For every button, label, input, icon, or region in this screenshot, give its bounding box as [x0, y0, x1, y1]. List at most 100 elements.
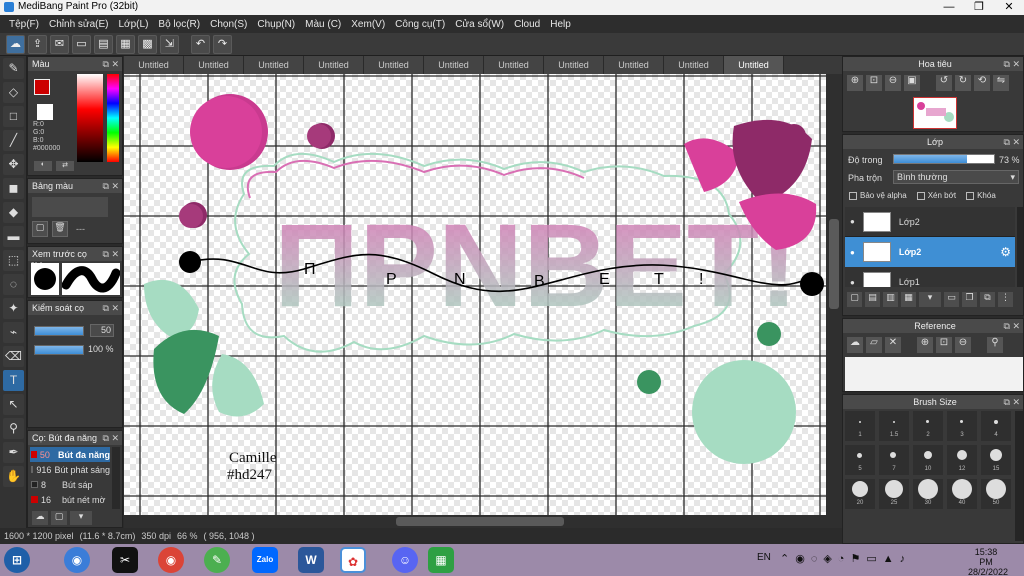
chrome-alt-icon[interactable]: ◉	[158, 547, 184, 573]
merge-layer-icon[interactable]: ⧉	[980, 292, 995, 307]
drawing-canvas[interactable]: Π P N B E T! Π P N B E T ! Camille #hd247	[124, 74, 826, 515]
layer-row[interactable]: ● Lớp2	[845, 207, 1015, 237]
layer-visibility-icon[interactable]: ●	[850, 248, 855, 257]
actual-size-icon[interactable]: ▣	[904, 75, 920, 91]
zoom-out-icon[interactable]: ⊖	[885, 75, 901, 91]
brush-size-cell[interactable]: 3	[947, 411, 977, 441]
menu-snap[interactable]: Chụp(N)	[252, 19, 300, 30]
move-tool-icon[interactable]: ✥	[3, 154, 24, 175]
close-button[interactable]: ✕	[994, 0, 1024, 15]
maximize-button[interactable]: ❐	[964, 0, 994, 15]
brush-size-cell[interactable]: 4	[981, 411, 1011, 441]
calculator-icon[interactable]: ▦	[428, 547, 454, 573]
tab-untitled[interactable]: Untitled	[424, 56, 484, 74]
lasso-tool-icon[interactable]: ◌	[3, 274, 24, 295]
menu-filter[interactable]: Bộ lọc(R)	[153, 19, 205, 30]
tab-untitled[interactable]: Untitled	[124, 56, 184, 74]
menu-tools[interactable]: Công cụ(T)	[390, 19, 450, 30]
blend-mode-select[interactable]: Bình thường ▾	[893, 170, 1019, 184]
protect-alpha-checkbox[interactable]: Bảo vệ alpha	[849, 191, 907, 200]
export-icon[interactable]: ⇲	[160, 34, 179, 54]
zoom-in-icon[interactable]: ⊕	[847, 75, 863, 91]
undo-icon[interactable]: ↶	[191, 34, 210, 54]
layer-row-selected[interactable]: ● Lớp2 ⚙	[845, 237, 1015, 267]
panel-close-icon[interactable]: ⧉ ✕	[1004, 135, 1020, 149]
rotate-left-icon[interactable]: ↺	[936, 75, 952, 91]
magic-wand-tool-icon[interactable]: ✦	[3, 298, 24, 319]
layer-settings-gear-icon[interactable]: ⚙	[1000, 245, 1011, 259]
new-1bit-layer-icon[interactable]: ▦	[901, 292, 916, 307]
fill-tool-icon[interactable]: ◼	[3, 178, 24, 199]
grid-icon[interactable]: ▩	[138, 34, 157, 54]
menu-select[interactable]: Chọn(S)	[205, 19, 252, 30]
redo-icon[interactable]: ↷	[213, 34, 232, 54]
line-tool-icon[interactable]: ╱	[3, 130, 24, 151]
swap-color-icon[interactable]: ⇄	[56, 161, 74, 171]
layer-more-icon[interactable]: ⋮	[998, 292, 1013, 307]
brush-size-cell[interactable]: 30	[913, 479, 943, 509]
brush-size-cell[interactable]: 1.5	[879, 411, 909, 441]
menu-help[interactable]: Help	[545, 19, 576, 30]
brush-size-cell[interactable]: 12	[947, 445, 977, 475]
panel-close-icon[interactable]: ⧉ ✕	[103, 57, 119, 71]
vertical-scroll-thumb[interactable]	[829, 219, 839, 309]
language-indicator[interactable]: EN	[757, 552, 771, 563]
capcut-icon[interactable]: ✂	[112, 547, 138, 573]
text-tool-icon[interactable]: T	[3, 370, 24, 391]
new-file-icon[interactable]: ▭	[72, 34, 91, 54]
add-swatch-icon[interactable]: ▢	[32, 221, 48, 237]
eyedropper-tool-icon[interactable]: ⚲	[3, 418, 24, 439]
new-layer-icon[interactable]: ▢	[847, 292, 862, 307]
color-mode-icon[interactable]: ◐	[34, 161, 52, 171]
tab-untitled[interactable]: Untitled	[184, 56, 244, 74]
layer-opacity-slider[interactable]	[893, 154, 995, 164]
minimize-button[interactable]: —	[934, 0, 964, 15]
brush-menu-icon[interactable]: ▾	[70, 511, 92, 525]
layer-row[interactable]: ● Lớp1	[845, 267, 1015, 287]
select-rect-tool-icon[interactable]: ⬚	[3, 250, 24, 271]
new-halftone-layer-icon[interactable]: ▤	[865, 292, 880, 307]
reference-zoom-in-icon[interactable]: ⊕	[917, 337, 933, 353]
discord-icon[interactable]: ☺	[392, 547, 418, 573]
reference-fit-icon[interactable]: ⊡	[936, 337, 952, 353]
fit-icon[interactable]: ⊡	[866, 75, 882, 91]
foreground-color-swatch[interactable]	[34, 79, 50, 95]
brush-size-cell[interactable]: 15	[981, 445, 1011, 475]
layer-visibility-icon[interactable]: ●	[850, 217, 855, 226]
panel-close-icon[interactable]: ⧉ ✕	[1004, 319, 1020, 333]
cloud-brush-icon[interactable]: ☁	[32, 511, 48, 525]
menu-window[interactable]: Cửa sổ(W)	[450, 19, 509, 30]
gradient-tool-icon[interactable]: ▬	[3, 226, 24, 247]
brush-list-scrollbar[interactable]	[112, 447, 120, 509]
brush-size-cell[interactable]: 7	[879, 445, 909, 475]
share-icon[interactable]: ⇪	[28, 34, 47, 54]
tab-untitled[interactable]: Untitled	[604, 56, 664, 74]
menu-layer[interactable]: Lớp(L)	[114, 19, 154, 30]
delete-swatch-icon[interactable]: 🗑	[52, 221, 68, 237]
layer-list-scrollbar[interactable]	[1017, 207, 1023, 287]
panel-close-icon[interactable]: ⧉ ✕	[103, 247, 119, 261]
panel-close-icon[interactable]: ⧉ ✕	[103, 431, 119, 445]
brush-size-cell[interactable]: 10	[913, 445, 943, 475]
reset-rotation-icon[interactable]: ⟲	[974, 75, 990, 91]
chrome-icon[interactable]: ◉	[64, 547, 90, 573]
brush-size-cell[interactable]: 5	[845, 445, 875, 475]
reference-zoom-out-icon[interactable]: ⊖	[955, 337, 971, 353]
menu-color[interactable]: Màu (C)	[300, 19, 346, 30]
notes-app-icon[interactable]: ✎	[204, 547, 230, 573]
brush-size-cell[interactable]: 2	[913, 411, 943, 441]
brush-size-cell[interactable]: 25	[879, 479, 909, 509]
background-color-swatch[interactable]	[37, 104, 53, 120]
bucket-tool-icon[interactable]: ◆	[3, 202, 24, 223]
brush-size-cell[interactable]: 20	[845, 479, 875, 509]
brush-size-scrollbar[interactable]	[1015, 411, 1023, 541]
canvas-vertical-scrollbar[interactable]	[826, 74, 842, 515]
panel-close-icon[interactable]: ⧉ ✕	[103, 301, 119, 315]
save-icon[interactable]: ▤	[94, 34, 113, 54]
tab-untitled[interactable]: Untitled	[244, 56, 304, 74]
hand-tool-icon[interactable]: ✋	[3, 466, 24, 487]
brush-size-cell[interactable]: 40	[947, 479, 977, 509]
shape-tool-icon[interactable]: □	[3, 106, 24, 127]
tab-untitled[interactable]: Untitled	[304, 56, 364, 74]
brush-size-cell[interactable]: 50	[981, 479, 1011, 509]
